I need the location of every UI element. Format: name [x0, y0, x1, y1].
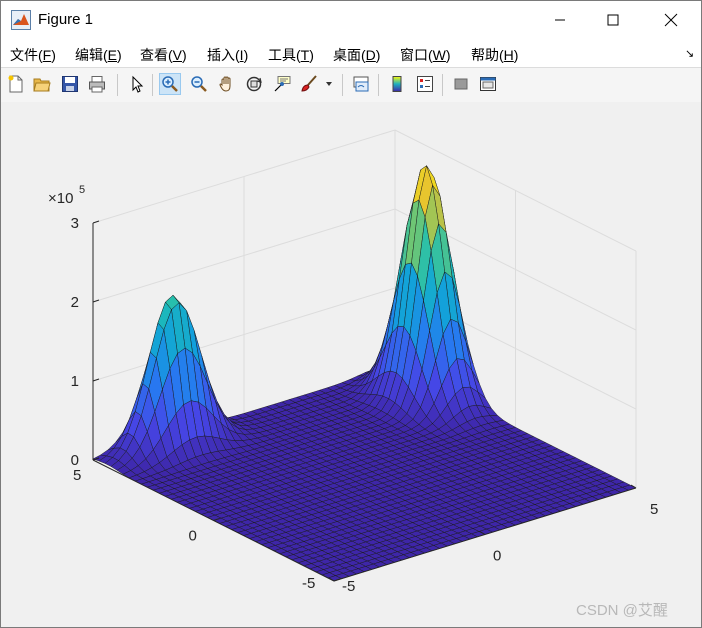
figure-canvas[interactable]: 0 1 2 3 ×10 5 5 0 -5 -5 0 5: [1, 102, 701, 627]
new-figure-icon[interactable]: [5, 73, 27, 95]
z-exponent-label: ×10: [48, 190, 73, 207]
colorbar-icon[interactable]: [386, 73, 408, 95]
right-axis-tick-label: 0: [493, 548, 501, 565]
z-tick: [92, 220, 100, 224]
toolbar-separator: [342, 74, 343, 96]
matlab-icon: [11, 10, 31, 30]
z-tick: [92, 299, 100, 303]
rotate-3d-icon[interactable]: [243, 73, 265, 95]
toolbar-separator: [117, 74, 118, 96]
z-tick-label: 1: [71, 373, 79, 390]
left-axis-tick-label: 5: [73, 467, 81, 484]
maximize-button[interactable]: [590, 1, 636, 39]
surface-plot[interactable]: 0123×10 550-5 -505: [1, 102, 701, 627]
zoom-out-icon[interactable]: [188, 73, 210, 95]
menu-edit[interactable]: 编辑(E): [75, 45, 122, 65]
open-file-icon[interactable]: [31, 73, 53, 95]
brush-icon[interactable]: [298, 73, 320, 95]
menu-view[interactable]: 查看(V): [140, 45, 187, 65]
show-plot-tools-icon[interactable]: [477, 73, 499, 95]
menu-window[interactable]: 窗口(W): [400, 45, 451, 65]
print-icon[interactable]: [86, 73, 108, 95]
minimize-button[interactable]: [537, 1, 583, 39]
menu-bar: 文件(F) 编辑(E) 查看(V) 插入(I) 工具(T) 桌面(D) 窗口(W…: [1, 39, 701, 67]
menu-tools[interactable]: 工具(T): [268, 45, 314, 65]
legend-icon[interactable]: [414, 73, 436, 95]
close-button[interactable]: [648, 1, 694, 39]
hide-plot-tools-icon[interactable]: [450, 73, 472, 95]
menu-file[interactable]: 文件(F): [10, 45, 56, 65]
pointer-icon[interactable]: [126, 73, 148, 95]
figure-toolbar: [1, 67, 701, 103]
z-tick-label: 2: [71, 294, 79, 311]
menu-desktop[interactable]: 桌面(D): [333, 45, 380, 65]
menu-help[interactable]: 帮助(H): [471, 45, 518, 65]
data-cursor-icon[interactable]: [271, 73, 293, 95]
right-axis-tick-label: -5: [342, 578, 355, 595]
right-axis-tick-label: 5: [650, 501, 658, 518]
save-icon[interactable]: [59, 73, 81, 95]
link-plot-icon[interactable]: [350, 73, 372, 95]
z-tick-label: 3: [71, 215, 79, 232]
window-title: Figure 1: [38, 11, 94, 28]
menu-dock-arrow-icon[interactable]: ↘: [685, 47, 694, 60]
zoom-in-icon[interactable]: [159, 73, 181, 95]
menu-insert[interactable]: 插入(I): [207, 45, 248, 65]
toolbar-separator: [152, 74, 153, 96]
figure-window: Figure 1 文件(F) 编辑(E) 查看(V) 插入(I) 工具(T) 桌…: [0, 0, 702, 628]
pan-icon[interactable]: [216, 73, 238, 95]
z-exponent-power: 5: [79, 184, 85, 196]
left-axis-tick-label: -5: [302, 575, 315, 592]
title-bar: Figure 1: [1, 1, 701, 39]
z-grid-line: [92, 129, 637, 252]
left-axis-tick-label: 0: [189, 528, 197, 545]
toolbar-separator: [442, 74, 443, 96]
z-tick: [92, 378, 100, 382]
toolbar-separator: [378, 74, 379, 96]
brush-dropdown-icon[interactable]: [323, 73, 335, 95]
watermark: CSDN @艾醒: [576, 602, 668, 619]
surface-mesh: [92, 164, 637, 582]
